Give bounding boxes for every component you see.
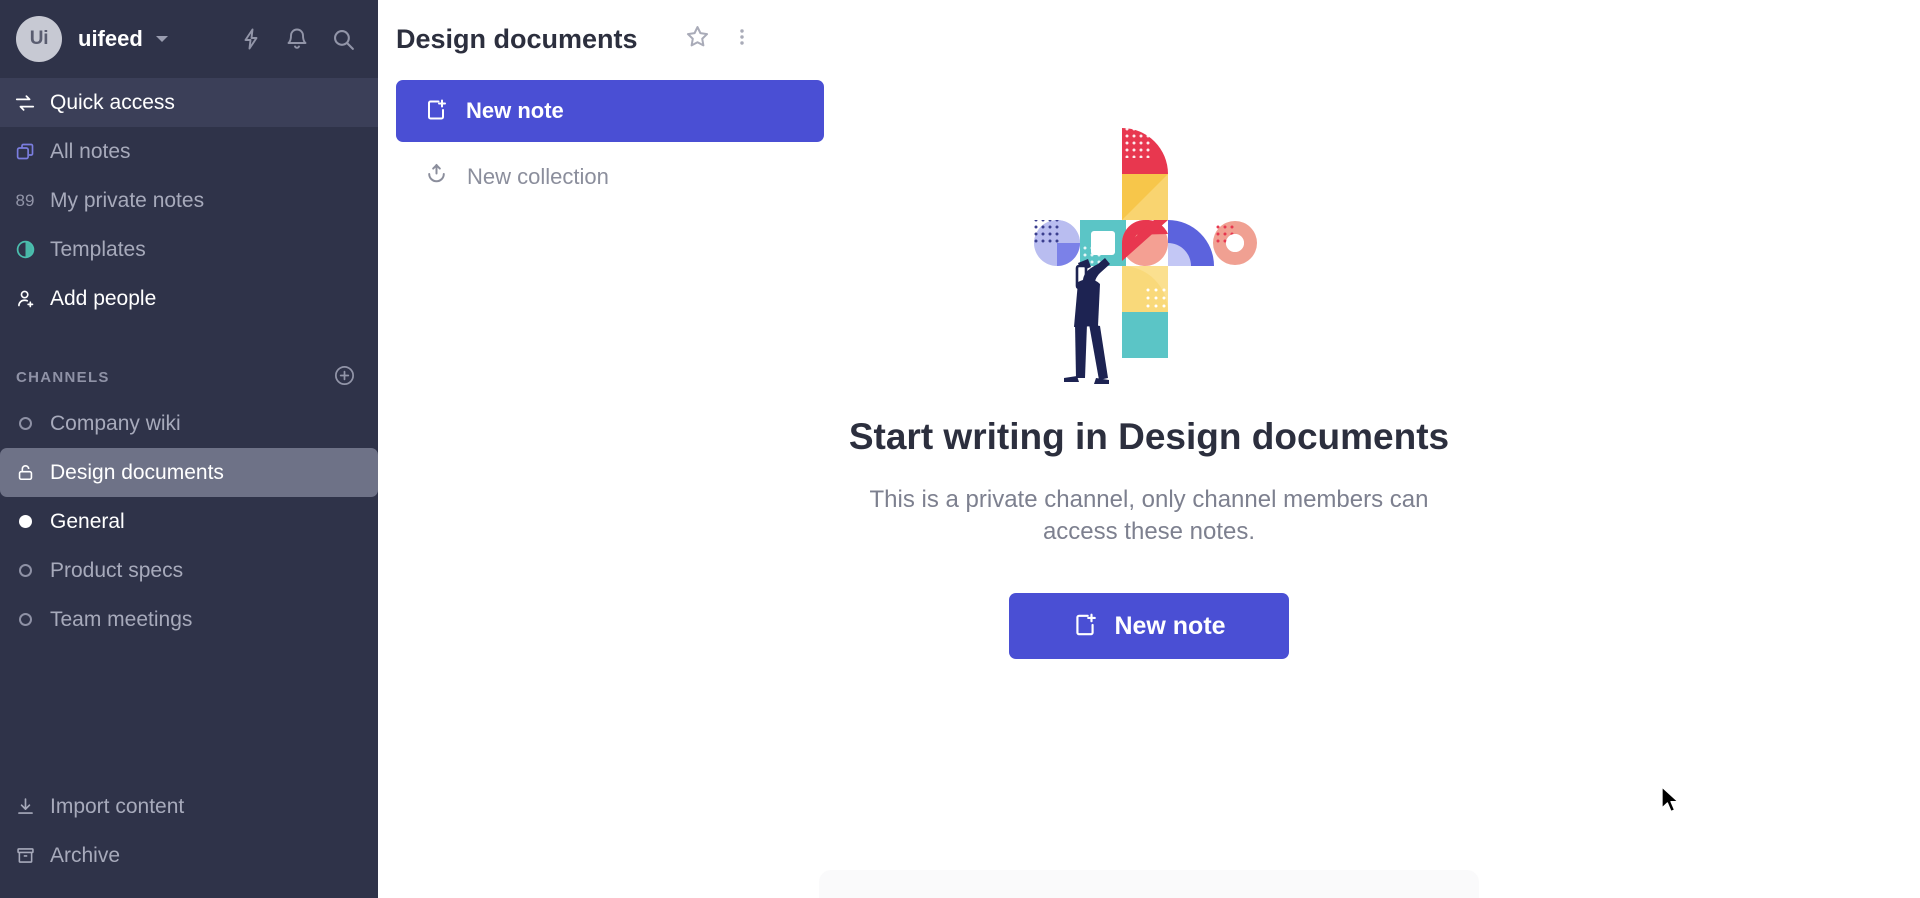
note-card-placeholder: [819, 870, 1479, 898]
sidebar-item-label: Team meetings: [50, 608, 193, 631]
empty-state-description: This is a private channel, only channel …: [869, 486, 1429, 545]
star-outline-icon[interactable]: [684, 23, 711, 55]
circle-hollow-icon: [8, 417, 42, 430]
sidebar-item-quick-access[interactable]: Quick access: [0, 78, 378, 127]
plus-circle-icon[interactable]: [333, 364, 356, 391]
page-title: Design documents: [396, 23, 638, 54]
search-icon[interactable]: [331, 27, 356, 52]
sidebar-item-team-meetings[interactable]: Team meetings: [0, 595, 378, 644]
sidebar-item-label: Templates: [50, 238, 146, 261]
shuffle-arrows-icon: [8, 92, 42, 114]
geometric-plus-illustration: [1034, 128, 1257, 384]
sidebar-item-label: All notes: [50, 140, 131, 163]
sidebar-item-label: Design documents: [50, 461, 224, 484]
sidebar-item-label: Import content: [50, 795, 185, 818]
sidebar-item-label: Archive: [50, 844, 121, 867]
sidebar-item-label: Company wiki: [50, 412, 181, 435]
circle-hollow-icon: [8, 564, 42, 577]
channels-section-title: CHANNELS: [16, 368, 110, 386]
sidebar-item-archive[interactable]: Archive: [0, 831, 378, 880]
sidebar-item-import-content[interactable]: Import content: [0, 782, 378, 831]
channel-header-actions: [684, 23, 753, 55]
channel-header: Design documents: [378, 0, 1920, 78]
bell-icon[interactable]: [285, 27, 309, 51]
sidebar-item-label: General: [50, 510, 125, 533]
sidebar-item-label: My private notes: [50, 189, 205, 212]
sidebar-item-general[interactable]: General: [0, 497, 378, 546]
copy-notes-icon: [8, 141, 42, 162]
sidebar-item-design-documents[interactable]: Design documents: [0, 448, 378, 497]
sidebar-item-my-private-notes[interactable]: 89 My private notes: [0, 176, 378, 225]
sidebar-scroll: Quick access All notes 89 My private not…: [0, 78, 378, 898]
mouse-cursor: [1660, 786, 1682, 821]
sidebar-item-label: Add people: [50, 287, 157, 310]
lightning-icon[interactable]: [239, 27, 263, 51]
templates-circle-icon: [8, 239, 42, 260]
new-note-button-center[interactable]: New note: [1009, 593, 1289, 660]
download-icon: [8, 796, 42, 817]
sidebar-item-product-specs[interactable]: Product specs: [0, 546, 378, 595]
empty-state: Start writing in Design documents This i…: [378, 120, 1920, 660]
sidebar-item-templates[interactable]: Templates: [0, 225, 378, 274]
circle-filled-icon: [8, 515, 42, 528]
app-root: Ui uifeed Quick access All notes 89 My p…: [0, 0, 1920, 898]
add-person-icon: [8, 288, 42, 309]
workspace-avatar[interactable]: Ui: [16, 16, 62, 62]
sidebar-item-label: Quick access: [50, 91, 175, 114]
sidebar-item-company-wiki[interactable]: Company wiki: [0, 399, 378, 448]
circle-hollow-icon: [8, 613, 42, 626]
archive-box-icon: [8, 845, 42, 866]
private-notes-count: 89: [8, 191, 42, 211]
workspace-name[interactable]: uifeed: [78, 26, 143, 52]
workspace-header-icons: [239, 27, 356, 52]
new-note-button-label: New note: [1114, 611, 1226, 640]
sidebar: Ui uifeed Quick access All notes 89 My p…: [0, 0, 378, 898]
main-content: Design documents New note New collection…: [378, 0, 1920, 898]
sidebar-item-label: Product specs: [50, 559, 184, 582]
more-vertical-icon[interactable]: [731, 26, 753, 53]
new-note-icon: [1072, 612, 1098, 641]
lock-icon: [8, 463, 42, 482]
sidebar-item-all-notes[interactable]: All notes: [0, 127, 378, 176]
channels-section-header: CHANNELS: [0, 355, 378, 399]
sidebar-footer: Import content Archive: [0, 782, 378, 898]
workspace-header: Ui uifeed: [0, 0, 378, 78]
empty-state-title: Start writing in Design documents: [848, 416, 1450, 457]
sidebar-item-add-people[interactable]: Add people: [0, 274, 378, 323]
private-notes-count-value: 89: [15, 190, 35, 210]
chevron-down-icon[interactable]: [155, 36, 168, 42]
